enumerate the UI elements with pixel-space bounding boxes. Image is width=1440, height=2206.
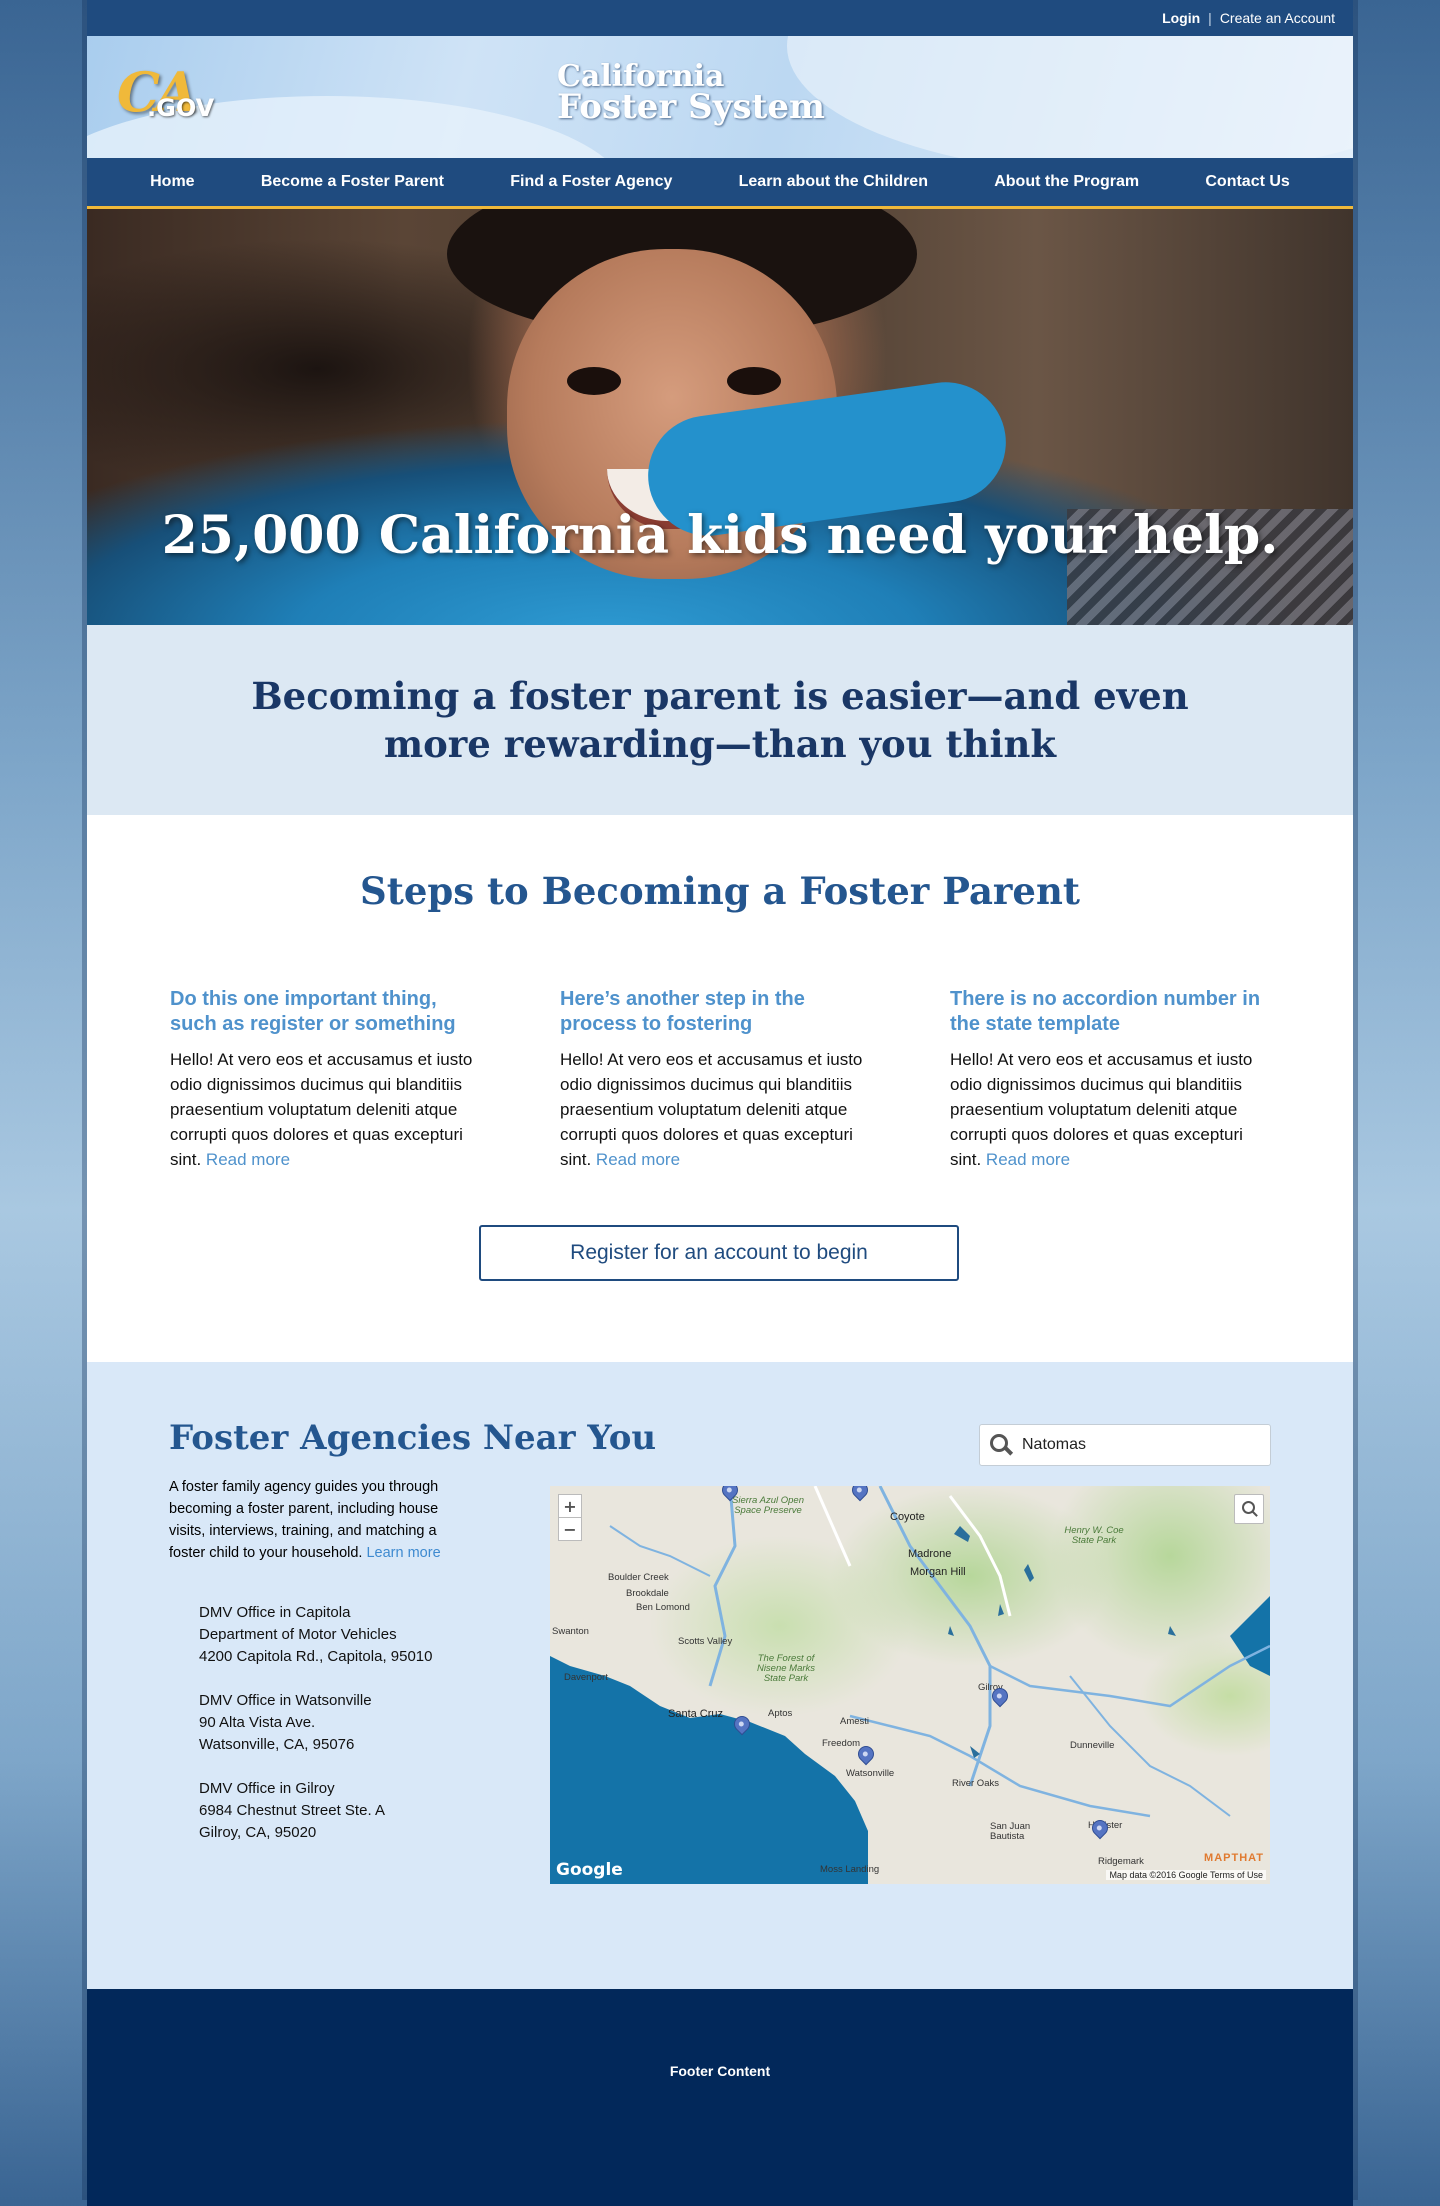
map-place: San Juan Bautista: [990, 1821, 1031, 1842]
step-body: Hello! At vero eos et accusamus et iusto…: [950, 1050, 1253, 1169]
read-more-link[interactable]: Read more: [206, 1150, 290, 1169]
map-attribution[interactable]: Map data ©2016 Google Terms of Use: [1106, 1870, 1266, 1880]
map-place: Amesti: [840, 1716, 870, 1727]
office-list: DMV Office in Capitola Department of Mot…: [199, 1602, 489, 1866]
nav-find-foster-agency[interactable]: Find a Foster Agency: [510, 173, 672, 191]
google-logo: Google: [556, 1860, 623, 1880]
step-body: Hello! At vero eos et accusamus et iusto…: [170, 1050, 473, 1169]
map-park: Henry W. Coe State Park: [1064, 1525, 1124, 1546]
office-line: Department of Motor Vehicles: [199, 1626, 397, 1643]
map-place: Boulder Creek: [608, 1572, 669, 1583]
agencies-description: A foster family agency guides you throug…: [169, 1479, 441, 1561]
agency-map[interactable]: Coyote Madrone Morgan Hill Boulder Creek…: [550, 1486, 1270, 1884]
map-place: Dunneville: [1070, 1740, 1115, 1751]
agency-search-input[interactable]: [1020, 1435, 1244, 1455]
register-account-button[interactable]: Register for an account to begin: [479, 1225, 959, 1281]
site-title: California Foster System: [557, 62, 825, 127]
tagline-text: Becoming a foster parent is easier—and e…: [251, 674, 1189, 766]
agencies-section: Foster Agencies Near You A foster family…: [87, 1362, 1353, 1989]
map-place: Ridgemark: [1098, 1856, 1144, 1867]
office-item[interactable]: DMV Office in Capitola Department of Mot…: [199, 1602, 489, 1668]
main-nav: Home Become a Foster Parent Find a Foste…: [87, 158, 1353, 209]
step-heading: Here’s another step in the process to fo…: [560, 988, 805, 1035]
office-name: DMV Office in Watsonville: [199, 1692, 372, 1709]
map-place: Watsonville: [846, 1768, 895, 1779]
utility-separator: |: [1208, 10, 1212, 26]
nav-learn-about-children[interactable]: Learn about the Children: [739, 173, 928, 191]
step-card: Do this one important thing, such as reg…: [170, 987, 486, 1172]
site-footer: Footer Content: [87, 1989, 1353, 2206]
read-more-link[interactable]: Read more: [596, 1150, 680, 1169]
office-line: Gilroy, CA, 95020: [199, 1824, 317, 1841]
hero-banner: 25,000 California kids need your help.: [87, 209, 1353, 625]
footer-content: Footer Content: [669, 2063, 771, 2079]
step-heading: Do this one important thing, such as reg…: [170, 988, 456, 1035]
mapthat-logo: MAPTHAT: [1204, 1852, 1264, 1864]
login-link[interactable]: Login: [1162, 10, 1200, 26]
map-park: The Forest of Nisene Marks State Park: [756, 1653, 816, 1684]
map-zoom-out-button[interactable]: −: [558, 1517, 582, 1541]
map-place: Davenport: [564, 1672, 608, 1683]
nav-contact-us[interactable]: Contact Us: [1205, 173, 1289, 191]
utility-bar: Login | Create an Account: [87, 0, 1353, 36]
read-more-link[interactable]: Read more: [986, 1150, 1070, 1169]
office-name: DMV Office in Gilroy: [199, 1780, 335, 1797]
office-line: 4200 Capitola Rd., Capitola, 95010: [199, 1648, 433, 1665]
agencies-title: Foster Agencies Near You: [169, 1418, 657, 1458]
site-header: CA .GOV California Foster System: [87, 36, 1353, 158]
create-account-link[interactable]: Create an Account: [1220, 10, 1335, 26]
agency-search-box[interactable]: [979, 1424, 1271, 1466]
map-place: Brookdale: [626, 1588, 669, 1599]
learn-more-link[interactable]: Learn more: [366, 1545, 440, 1561]
step-body: Hello! At vero eos et accusamus et iusto…: [560, 1050, 863, 1169]
office-line: Watsonville, CA, 95076: [199, 1736, 355, 1753]
office-line: 6984 Chestnut Street Ste. A: [199, 1802, 385, 1819]
map-place: Moss Landing: [820, 1864, 880, 1875]
ca-gov-logo[interactable]: CA .GOV: [117, 60, 217, 136]
step-card: There is no accordion number in the stat…: [950, 987, 1266, 1172]
map-place: Santa Cruz: [668, 1708, 724, 1720]
office-line: 90 Alta Vista Ave.: [199, 1714, 316, 1731]
hero-headline: 25,000 California kids need your help.: [161, 505, 1279, 566]
map-terrain: [550, 1486, 1270, 1884]
map-place: Swanton: [552, 1626, 589, 1637]
map-place: Coyote: [890, 1511, 925, 1523]
page: Login | Create an Account CA .GOV Califo…: [87, 0, 1353, 2206]
tagline-band: Becoming a foster parent is easier—and e…: [87, 625, 1353, 815]
map-park: Sierra Azul Open Space Preserve: [732, 1495, 804, 1516]
map-place: Aptos: [768, 1708, 793, 1719]
map-zoom-in-button[interactable]: +: [558, 1494, 582, 1518]
step-heading: There is no accordion number in the stat…: [950, 988, 1261, 1035]
office-item[interactable]: DMV Office in Gilroy 6984 Chestnut Stree…: [199, 1778, 489, 1844]
map-place: Freedom: [822, 1738, 861, 1749]
map-search-icon[interactable]: [1234, 1494, 1264, 1524]
nav-about-program[interactable]: About the Program: [994, 173, 1139, 191]
map-place: Morgan Hill: [910, 1566, 966, 1578]
map-place: Ben Lomond: [636, 1602, 690, 1613]
map-place: Scotts Valley: [678, 1636, 733, 1647]
site-title-line2: Foster System: [557, 87, 825, 127]
nav-home[interactable]: Home: [150, 173, 194, 191]
search-icon: [990, 1434, 1012, 1456]
steps-title: Steps to Becoming a Foster Parent: [360, 869, 1080, 913]
office-item[interactable]: DMV Office in Watsonville 90 Alta Vista …: [199, 1690, 489, 1756]
nav-become-foster-parent[interactable]: Become a Foster Parent: [261, 173, 444, 191]
office-name: DMV Office in Capitola: [199, 1604, 351, 1621]
map-place: Madrone: [908, 1548, 952, 1560]
step-card: Here’s another step in the process to fo…: [560, 987, 876, 1172]
logo-gov: .GOV: [147, 94, 215, 122]
steps-section: Steps to Becoming a Foster Parent Do thi…: [87, 815, 1353, 1362]
map-place: River Oaks: [952, 1778, 999, 1789]
